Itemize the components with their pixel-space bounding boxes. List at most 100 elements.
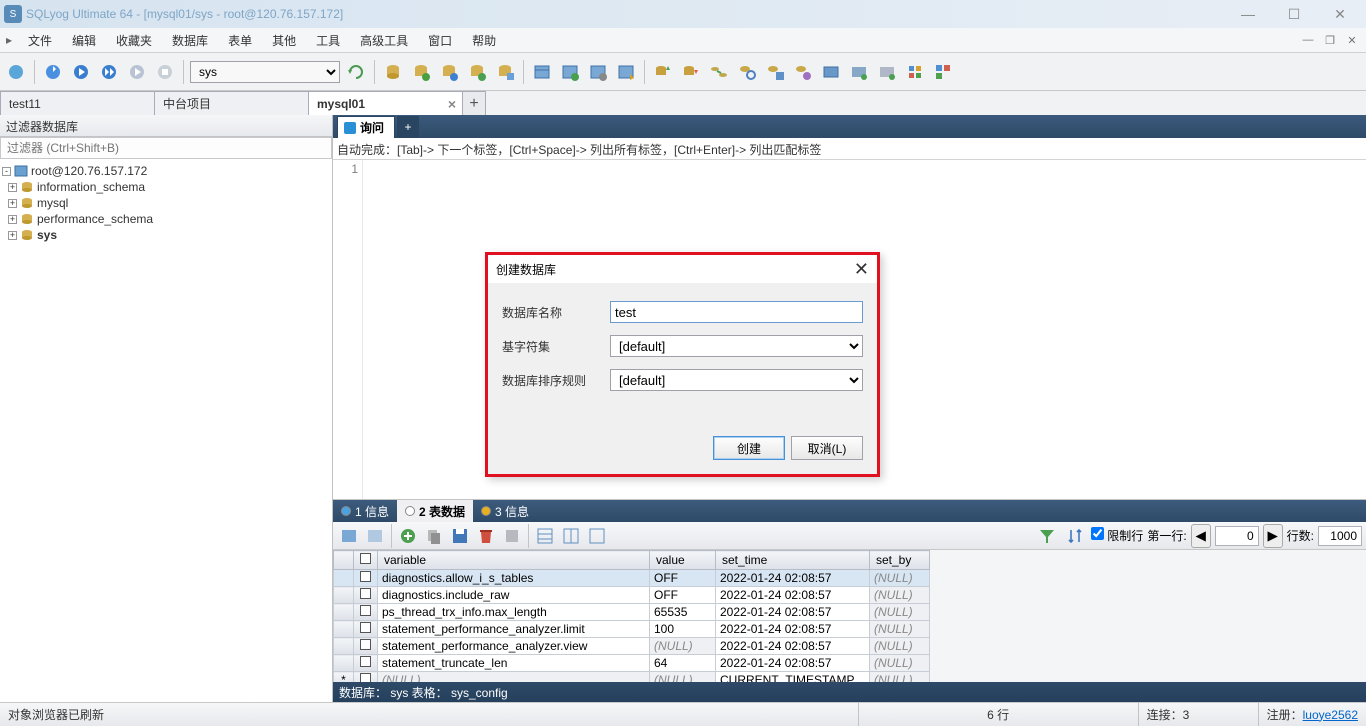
tree-expand-icon[interactable]: +	[8, 183, 17, 192]
grid-cell[interactable]: (NULL)	[870, 621, 930, 638]
menu-item[interactable]: 编辑	[62, 32, 106, 49]
export1-button[interactable]	[651, 60, 675, 84]
db5-button[interactable]	[493, 60, 517, 84]
execute-all-button[interactable]	[97, 60, 121, 84]
new-connection-tab-button[interactable]: +	[462, 91, 486, 115]
charset-select[interactable]: [default]	[610, 335, 863, 357]
grid-cell[interactable]: 2022-01-24 02:08:57	[716, 587, 870, 604]
menu-item[interactable]: 窗口	[418, 32, 462, 49]
sync-button[interactable]	[707, 60, 731, 84]
connection-tab[interactable]: 中台项目	[154, 91, 309, 115]
tree-expand-icon[interactable]: +	[8, 231, 17, 240]
maximize-button[interactable]: ☐	[1280, 4, 1308, 24]
select-all-checkbox[interactable]	[354, 551, 378, 570]
grid-cell[interactable]: 2022-01-24 02:08:57	[716, 604, 870, 621]
row-checkbox[interactable]	[354, 587, 378, 604]
grid-cell[interactable]: statement_performance_analyzer.limit	[378, 621, 650, 638]
filter-button[interactable]	[1035, 524, 1059, 548]
grid-cell[interactable]: diagnostics.allow_i_s_tables	[378, 570, 650, 587]
result-tab[interactable]: 2 表数据	[397, 500, 473, 522]
grid-cell[interactable]: statement_performance_analyzer.view	[378, 638, 650, 655]
tree-root-label[interactable]: root@120.76.157.172	[31, 164, 147, 178]
grid-cell[interactable]: OFF	[650, 570, 716, 587]
menu-item[interactable]: 表单	[218, 32, 262, 49]
column-header[interactable]: set_by	[870, 551, 930, 570]
create-button[interactable]: 创建	[713, 436, 785, 460]
row-header[interactable]	[334, 655, 354, 672]
mdi-restore-button[interactable]: ❐	[1320, 34, 1340, 47]
grid-cell[interactable]: CURRENT_TIMESTAMP	[716, 672, 870, 683]
status-reg-user[interactable]: luoye2562	[1303, 708, 1358, 722]
new-connection-button[interactable]	[4, 60, 28, 84]
tool5-button[interactable]	[931, 60, 955, 84]
result-tab[interactable]: 3 信息	[473, 500, 537, 522]
search-button[interactable]	[735, 60, 759, 84]
close-tab-button[interactable]: ×	[448, 96, 456, 112]
limit-rows-checkbox[interactable]: 限制行	[1091, 527, 1143, 544]
cancel-changes-button[interactable]	[500, 524, 524, 548]
grid-cell[interactable]: (NULL)	[870, 672, 930, 683]
stop-button[interactable]	[153, 60, 177, 84]
menu-item[interactable]: 数据库	[162, 32, 218, 49]
result-grid[interactable]: variablevalueset_timeset_bydiagnostics.a…	[333, 550, 1366, 682]
minimize-button[interactable]: —	[1234, 4, 1262, 24]
tool1-button[interactable]	[819, 60, 843, 84]
tree-db-label[interactable]: information_schema	[37, 180, 145, 194]
table2-button[interactable]	[558, 60, 582, 84]
db4-button[interactable]	[465, 60, 489, 84]
row-header[interactable]: *	[334, 672, 354, 683]
db1-button[interactable]	[381, 60, 405, 84]
collation-select[interactable]: [default]	[610, 369, 863, 391]
row-header[interactable]	[334, 621, 354, 638]
next-page-button[interactable]: ▶	[1263, 524, 1283, 548]
menu-item[interactable]: 高级工具	[350, 32, 418, 49]
row-checkbox[interactable]	[354, 672, 378, 683]
tree-db-label[interactable]: mysql	[37, 196, 68, 210]
grid-cell[interactable]: (NULL)	[870, 570, 930, 587]
filter-input[interactable]	[0, 137, 332, 159]
row-checkbox[interactable]	[354, 621, 378, 638]
row-header[interactable]	[334, 570, 354, 587]
grid-cell[interactable]: 2022-01-24 02:08:57	[716, 621, 870, 638]
row-header[interactable]	[334, 638, 354, 655]
grid-cell[interactable]: (NULL)	[870, 587, 930, 604]
mdi-close-button[interactable]: ✕	[1342, 34, 1362, 47]
grid-cell[interactable]: 2022-01-24 02:08:57	[716, 655, 870, 672]
connection-tab[interactable]: mysql01×	[308, 91, 463, 115]
grid-cell[interactable]: diagnostics.include_raw	[378, 587, 650, 604]
grid-cell[interactable]: 2022-01-24 02:08:57	[716, 570, 870, 587]
grid-cell[interactable]: statement_truncate_len	[378, 655, 650, 672]
tool4-button[interactable]	[903, 60, 927, 84]
tree-expand-icon[interactable]: +	[8, 199, 17, 208]
grid-cell[interactable]: (NULL)	[378, 672, 650, 683]
close-button[interactable]: ✕	[1326, 4, 1354, 24]
grid-cell[interactable]: (NULL)	[650, 672, 716, 683]
rows-input[interactable]	[1318, 526, 1362, 546]
column-header[interactable]: set_time	[716, 551, 870, 570]
form-mode-button[interactable]	[559, 524, 583, 548]
cancel-button[interactable]: 取消(L)	[791, 436, 863, 460]
copy-row-button[interactable]	[422, 524, 446, 548]
db-refresh-button[interactable]	[344, 60, 368, 84]
row-header[interactable]	[334, 604, 354, 621]
grid-refresh-button[interactable]	[337, 524, 361, 548]
menu-item[interactable]: 帮助	[462, 32, 506, 49]
dialog-close-button[interactable]: ✕	[854, 259, 869, 280]
grid-cell[interactable]: OFF	[650, 587, 716, 604]
row-checkbox[interactable]	[354, 638, 378, 655]
tree-db-label[interactable]: performance_schema	[37, 212, 153, 226]
grid-cell[interactable]: 2022-01-24 02:08:57	[716, 638, 870, 655]
backup-button[interactable]	[763, 60, 787, 84]
result-tab[interactable]: 1 信息	[333, 500, 397, 522]
sort-button[interactable]	[1063, 524, 1087, 548]
menu-item[interactable]: 收藏夹	[106, 32, 162, 49]
database-select[interactable]: sys	[190, 61, 340, 83]
database-tree[interactable]: - root@120.76.157.172 +information_schem…	[0, 159, 332, 702]
save-row-button[interactable]	[448, 524, 472, 548]
tool3-button[interactable]	[875, 60, 899, 84]
new-query-tab-button[interactable]: +	[397, 116, 419, 138]
row-header[interactable]	[334, 587, 354, 604]
tree-db-label[interactable]: sys	[37, 228, 57, 242]
menu-overflow-icon[interactable]: ▸	[0, 33, 18, 47]
db2-button[interactable]	[409, 60, 433, 84]
